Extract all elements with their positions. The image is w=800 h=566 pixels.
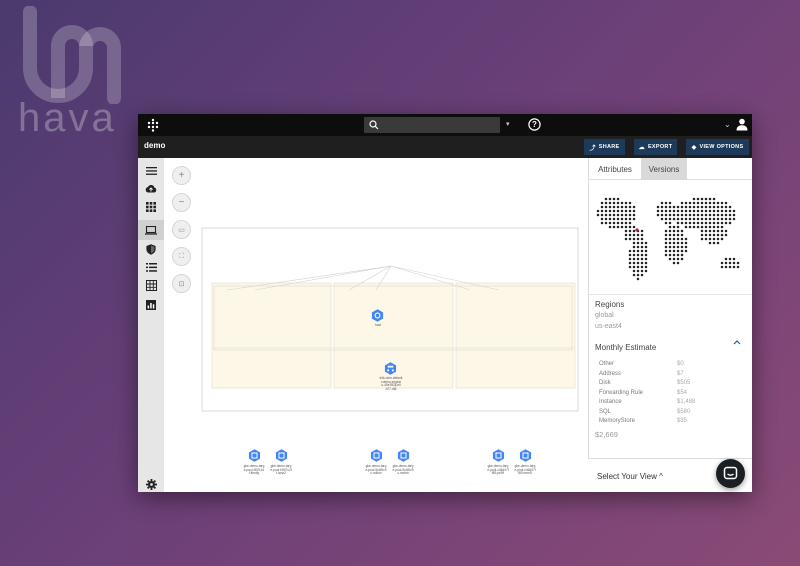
export-button[interactable]: ☁ EXPORT xyxy=(634,139,677,155)
estimate-total: $2,669 xyxy=(595,430,618,439)
region-item: us-east4 xyxy=(595,323,622,330)
estimate-row: Forwarding Rule $54 xyxy=(599,389,688,396)
instance-node-icon[interactable] xyxy=(370,449,383,462)
load-balancer-icon[interactable] xyxy=(384,362,397,375)
map-divider xyxy=(589,294,752,295)
instance-node-icon[interactable] xyxy=(492,449,505,462)
instance-node-icon[interactable] xyxy=(397,449,410,462)
share-button[interactable]: ⤴ SHARE xyxy=(584,139,625,155)
instance-node-icon[interactable] xyxy=(519,449,532,462)
regions-title: Regions xyxy=(595,300,625,309)
export-icon: ☁ xyxy=(638,144,645,151)
instance-node-label: gke-demo-targ e-pool-5c4f0c9 c-mcbm xyxy=(392,464,414,476)
estimate-row: Instance $1,488 xyxy=(599,399,696,405)
search-input[interactable] xyxy=(364,117,500,133)
estimate-row: MemoryStore $35 xyxy=(599,418,688,424)
app-logo-icon[interactable] xyxy=(146,118,160,132)
chat-icon xyxy=(723,466,738,480)
region-item: global xyxy=(595,312,614,319)
host-node-hex-icon[interactable] xyxy=(371,309,384,322)
gear-icon[interactable] xyxy=(143,477,159,491)
app-window: ▾ ? ⌄ demo ⤴ SHARE ☁ EXPORT ◆ VIEW OPTIO… xyxy=(138,114,752,492)
search-dropdown-chevron-icon[interactable]: ▾ xyxy=(506,120,510,128)
list-icon[interactable] xyxy=(143,260,159,274)
view-options-icon: ◆ xyxy=(691,144,697,151)
estimate-row: Address $7 xyxy=(599,370,684,377)
instance-node-label: gke-demo-targ e-pool-f4f07c2f f-kpsr2 xyxy=(270,464,292,476)
search-icon xyxy=(369,120,379,130)
grid-icon[interactable] xyxy=(143,200,159,214)
estimate-row: SQL $580 xyxy=(599,408,691,415)
select-view-label: Select Your View ^ xyxy=(597,472,663,481)
shield-icon[interactable] xyxy=(143,242,159,256)
chevron-up-icon: ^ xyxy=(659,472,663,481)
share-icon: ⤴ xyxy=(589,145,596,152)
top-bar: ▾ ? ⌄ xyxy=(138,114,752,136)
estimate-row: Other $0 xyxy=(599,361,684,367)
estimate-row: Disk $505 xyxy=(599,380,691,386)
hava-logo xyxy=(23,6,121,104)
instance-node-label: gke-demo-targ e-pool-c46d07f f89-mrm5 xyxy=(514,464,536,476)
load-balancer-label: ielb-urlm-default l-demo-engine u-45e392jl… xyxy=(379,376,403,392)
help-icon[interactable]: ? xyxy=(528,118,541,131)
menu-icon[interactable] xyxy=(143,164,159,178)
cloud-upload-icon[interactable] xyxy=(143,181,159,195)
attributes-panel: Attributes Versions Regions global us-ea… xyxy=(588,158,752,492)
left-rail xyxy=(138,158,164,492)
host-node-label: host xyxy=(374,323,382,327)
table-icon[interactable] xyxy=(143,278,159,292)
diagram-canvas[interactable]: + − ▭ ⛶ ⊡ host ielb-urlm-default l-demo-… xyxy=(164,158,588,492)
account-chevron-icon[interactable]: ⌄ xyxy=(724,120,731,129)
chat-launcher-button[interactable] xyxy=(716,459,745,488)
environment-toolbar: demo ⤴ SHARE ☁ EXPORT ◆ VIEW OPTIONS xyxy=(138,136,752,158)
brand-wordmark: hava xyxy=(18,96,117,140)
environment-title: demo xyxy=(144,141,166,150)
svg-text:?: ? xyxy=(532,120,537,129)
instance-node-icon[interactable] xyxy=(275,449,288,462)
chevron-up-icon[interactable] xyxy=(733,339,741,345)
tab-attributes[interactable]: Attributes xyxy=(589,158,641,180)
view-options-button[interactable]: ◆ VIEW OPTIONS xyxy=(686,139,749,155)
panel-tabs: Attributes Versions xyxy=(589,158,752,180)
laptop-icon[interactable] xyxy=(138,220,164,240)
instance-node-icon[interactable] xyxy=(248,449,261,462)
estimate-title: Monthly Estimate xyxy=(595,343,657,352)
tab-versions[interactable]: Versions xyxy=(641,158,687,180)
chart-icon[interactable] xyxy=(143,298,159,312)
world-map xyxy=(596,197,740,281)
region-marker xyxy=(635,228,639,232)
user-icon[interactable] xyxy=(736,118,748,131)
